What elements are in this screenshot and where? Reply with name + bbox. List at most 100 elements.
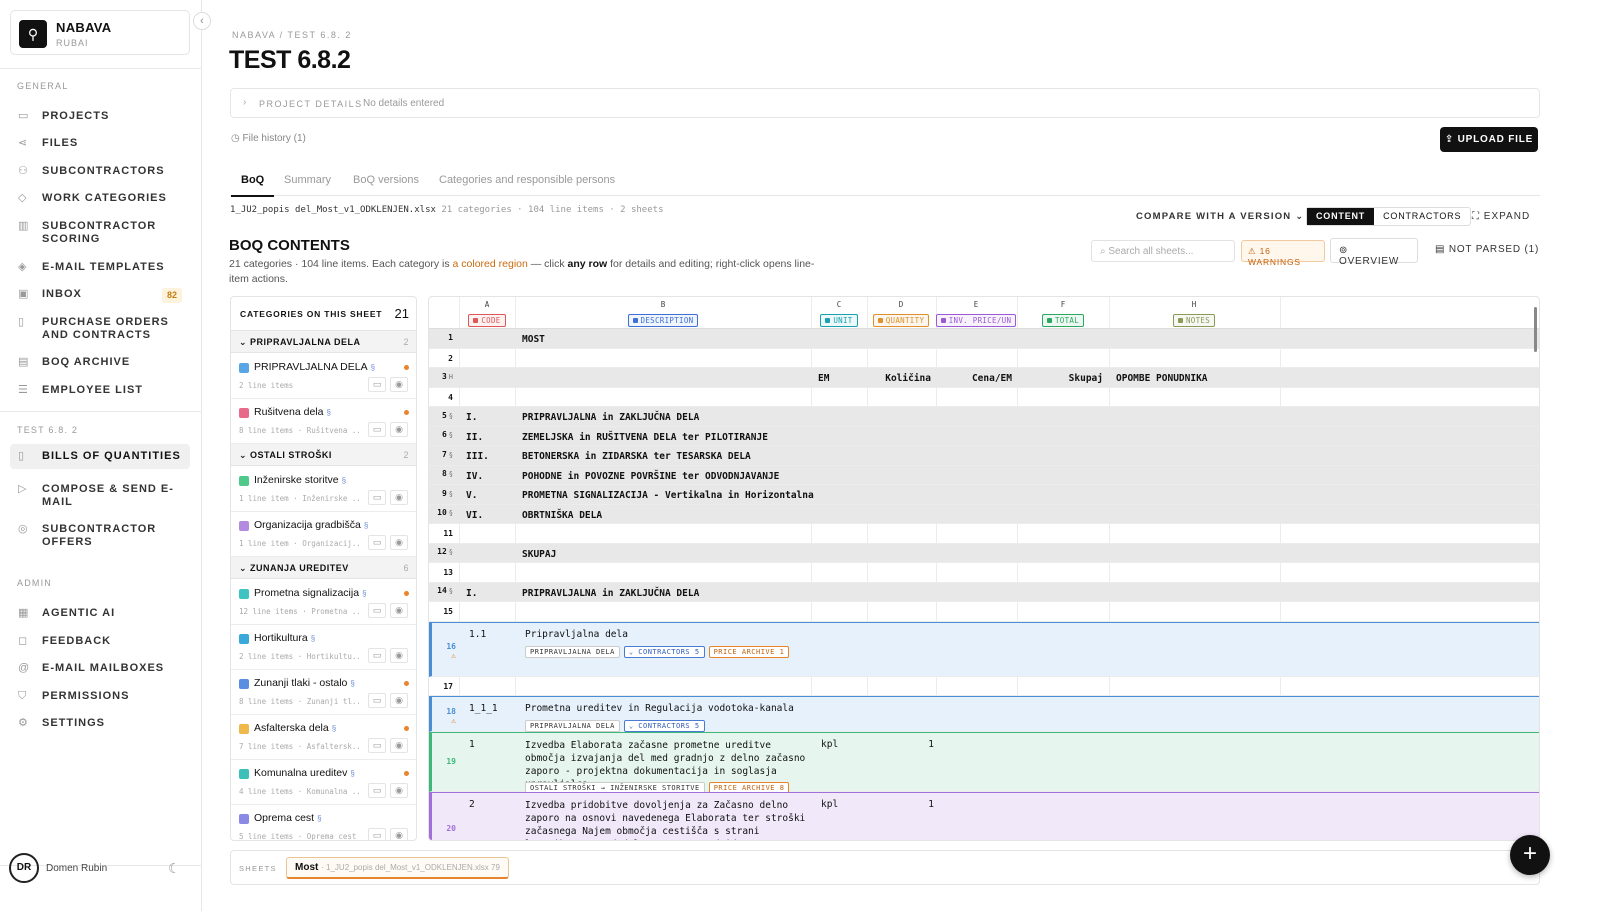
eye-icon[interactable]: ◉ [390, 490, 408, 505]
sidebar-item-work-categories[interactable]: ◇ WORK CATEGORIES [10, 186, 190, 211]
category-group[interactable]: ⌄ OSTALI STROŠKI 2 [231, 444, 416, 466]
file-history-link[interactable]: ◷ File history (1) [231, 133, 306, 144]
category-item[interactable]: PRIPRAVLJALNA DELA § 2 line items ▭ ◉ [231, 354, 416, 399]
tab-boq[interactable]: BoQ [230, 174, 275, 197]
warnings-button[interactable]: ⚠ 16 WARNINGS [1241, 240, 1325, 267]
eye-icon[interactable]: ◉ [390, 693, 408, 708]
table-row[interactable]: 5 § I. PRIPRAVLJALNA in ZAKLJUČNA DELA [429, 407, 1539, 427]
table-row[interactable]: 6 § II. ZEMELJSKA in RUŠITVENA DELA ter PIL… [429, 426, 1539, 446]
table-row[interactable]: 11 [429, 524, 1539, 544]
table-view-icon[interactable]: ▭ [368, 828, 386, 840]
eye-icon[interactable]: ◉ [390, 535, 408, 550]
eye-icon[interactable]: ◉ [390, 648, 408, 663]
eye-icon[interactable]: ◉ [390, 738, 408, 753]
category-item[interactable]: Asfalterska dela § 7 line items · Asfalter… [231, 715, 416, 760]
eye-icon[interactable]: ◉ [390, 783, 408, 798]
table-row[interactable]: 18 ⚠ 1_1_1 Prometna ureditev in Regulacija … [429, 696, 1539, 732]
table-row[interactable]: 12 § SKUPAJ [429, 543, 1539, 563]
collapse-sidebar-icon[interactable]: ‹ [193, 12, 211, 30]
table-view-icon[interactable]: ▭ [368, 422, 386, 437]
category-item[interactable]: Hortikultura § 2 line items · Hortikultu..… [231, 625, 416, 670]
search-input[interactable]: ⌕ Search all sheets... [1091, 240, 1235, 262]
table-view-icon[interactable]: ▭ [368, 738, 386, 753]
table-view-icon[interactable]: ▭ [368, 693, 386, 708]
category-item[interactable]: Zunanji tlaki - ostalo § 8 line items · Zu… [231, 670, 416, 715]
table-row[interactable]: 4 [429, 388, 1539, 407]
compare-version-dropdown[interactable]: COMPARE WITH A VERSION ⌄ [1136, 211, 1304, 222]
category-item[interactable]: Inženirske storitve § 1 line item · Inženi… [231, 467, 416, 512]
sidebar-item-subcontractor-offers[interactable]: ◎ SUBCONTRACTOR OFFERS [10, 517, 190, 555]
sidebar-item-agentic-ai[interactable]: ▦ AGENTIC AI [10, 601, 190, 626]
not-parsed-button[interactable]: ▤ NOT PARSED (1) [1435, 244, 1539, 255]
tab-boq-versions[interactable]: BoQ versions [353, 174, 419, 186]
row-tag[interactable]: PRIPRAVLJALNA DELA [525, 645, 620, 658]
sidebar-item-projects[interactable]: ▭ PROJECTS [10, 104, 190, 129]
column-header-b[interactable]: B DESCRIPTION [618, 300, 708, 327]
upload-file-button[interactable]: ⇪ UPLOAD FILE [1440, 127, 1538, 152]
table-view-icon[interactable]: ▭ [368, 648, 386, 663]
sidebar-item-feedback[interactable]: ◻ FEEDBACK [10, 629, 190, 654]
sidebar-item-employee-list[interactable]: ☰ EMPLOYEE LIST [10, 378, 190, 403]
table-view-icon[interactable]: ▭ [368, 377, 386, 392]
table-view-icon[interactable]: ▭ [368, 535, 386, 550]
content-toggle[interactable]: CONTENT [1307, 208, 1375, 225]
column-header-f[interactable]: F TOTAL [1018, 300, 1108, 327]
table-row[interactable]: 17 [429, 677, 1539, 696]
row-tag[interactable]: ⌄ CONTRACTORS 5 [623, 720, 705, 732]
eye-icon[interactable]: ◉ [390, 603, 408, 618]
sidebar-item-subcontractor-scoring[interactable]: ▥ SUBCONTRACTOR SCORING [10, 214, 190, 252]
sidebar-item-settings[interactable]: ⚙ SETTINGS [10, 711, 190, 736]
add-fab-button[interactable]: + [1510, 835, 1550, 875]
expand-button[interactable]: ⛶ EXPAND [1472, 211, 1530, 222]
column-header-h[interactable]: H NOTES [1149, 300, 1239, 327]
table-row[interactable]: 15 [429, 602, 1539, 622]
table-row[interactable]: 9 § V. PROMETNA SIGNALIZACIJA - Vertikalna … [429, 485, 1539, 505]
brand-card[interactable]: ⚲ NABAVA RUBAI [10, 10, 190, 55]
table-row[interactable]: 1 MOST [429, 329, 1539, 349]
sidebar-item-bills-of-quantities[interactable]: ▯ BILLS OF QUANTITIES [10, 444, 190, 469]
sidebar-item-boq-archive[interactable]: ▤ BOQ ARCHIVE [10, 350, 190, 375]
contractors-toggle[interactable]: CONTRACTORS [1374, 208, 1470, 225]
table-row[interactable]: 8 § IV. POHODNE in POVOZNE POVRŠINE ter ODV… [429, 465, 1539, 485]
table-row[interactable]: 16 ⚠ 1.1 Pripravljalna dela PRIPRAVLJALNA DE… [429, 621, 1539, 677]
row-tag[interactable]: PRIPRAVLJALNA DELA [525, 720, 620, 732]
table-row[interactable]: 10 § VI. OBRTNIŠKA DELA [429, 504, 1539, 524]
row-tag[interactable]: PRICE ARCHIVE 1 [708, 645, 790, 658]
sidebar-item-e-mail-mailboxes[interactable]: @ E-MAIL MAILBOXES [10, 656, 190, 681]
category-item[interactable]: Organizacija gradbišča § 1 line item · Org… [231, 512, 416, 557]
eye-icon[interactable]: ◉ [390, 422, 408, 437]
table-row[interactable]: 7 § III. BETONERSKA in ZIDARSKA ter TESARSK… [429, 446, 1539, 466]
table-view-icon[interactable]: ▭ [368, 603, 386, 618]
category-item[interactable]: Komunalna ureditev § 4 line items · Komuna… [231, 760, 416, 805]
table-view-icon[interactable]: ▭ [368, 783, 386, 798]
table-row[interactable]: 3 H EM Količina Cena/EM Skupaj OPOMBE PONUDNIK… [429, 368, 1539, 388]
category-item[interactable]: Rušitvena dela § 8 line items · Rušitvena … [231, 399, 416, 444]
category-group[interactable]: ⌄ ZUNANJA UREDITEV 6 [231, 557, 416, 579]
category-group[interactable]: ⌄ PRIPRAVLJALNA DELA 2 [231, 331, 416, 353]
overview-button[interactable]: ⊚ OVERVIEW [1330, 238, 1418, 267]
column-header-a[interactable]: A CODE [442, 300, 532, 327]
sheet-tab-most[interactable]: Most · 1_JU2_popis del_Most_v1_ODKLENJEN… [286, 857, 509, 879]
grid-scrollbar[interactable] [1534, 307, 1537, 352]
sidebar-item-e-mail-templates[interactable]: ◈ E-MAIL TEMPLATES [10, 255, 190, 280]
row-tag[interactable]: ⌄ CONTRACTORS 5 [623, 645, 705, 658]
project-details-panel[interactable]: › PROJECT DETAILS No details entered [230, 88, 1540, 118]
table-view-icon[interactable]: ▭ [368, 490, 386, 505]
category-item[interactable]: Oprema cest § 5 line items · Oprema cest ▭ ◉ [231, 805, 416, 840]
table-row[interactable]: 20 2 Izvedba pridobitve dovoljenja za Zača… [429, 792, 1539, 840]
category-item[interactable]: Prometna signalizacija § 12 line items · P… [231, 580, 416, 625]
column-header-e[interactable]: E INV. PRICE/UN [931, 300, 1021, 327]
sidebar-item-permissions[interactable]: ⛉ PERMISSIONS [10, 684, 190, 709]
table-row[interactable]: 14 § I. PRIPRAVLJALNA in ZAKLJUČNA DELA [429, 582, 1539, 602]
tab-categories[interactable]: Categories and responsible persons [439, 174, 615, 186]
table-row[interactable]: 13 [429, 563, 1539, 583]
sidebar-item-inbox[interactable]: ▣ INBOX 82 [10, 282, 190, 309]
tab-summary[interactable]: Summary [284, 174, 331, 186]
sidebar-item-compose-send-e-mail[interactable]: ▷ COMPOSE & SEND E-MAIL [10, 477, 190, 515]
sidebar-item-purchase-orders-and-contracts[interactable]: ▯ PURCHASE ORDERS AND CONTRACTS [10, 310, 190, 348]
table-row[interactable]: 19 1 Izvedba Elaborata začasne prometne ur… [429, 732, 1539, 794]
table-row[interactable]: 2 [429, 349, 1539, 368]
eye-icon[interactable]: ◉ [390, 377, 408, 392]
eye-icon[interactable]: ◉ [390, 828, 408, 840]
sidebar-item-subcontractors[interactable]: ⚇ SUBCONTRACTORS [10, 159, 190, 184]
